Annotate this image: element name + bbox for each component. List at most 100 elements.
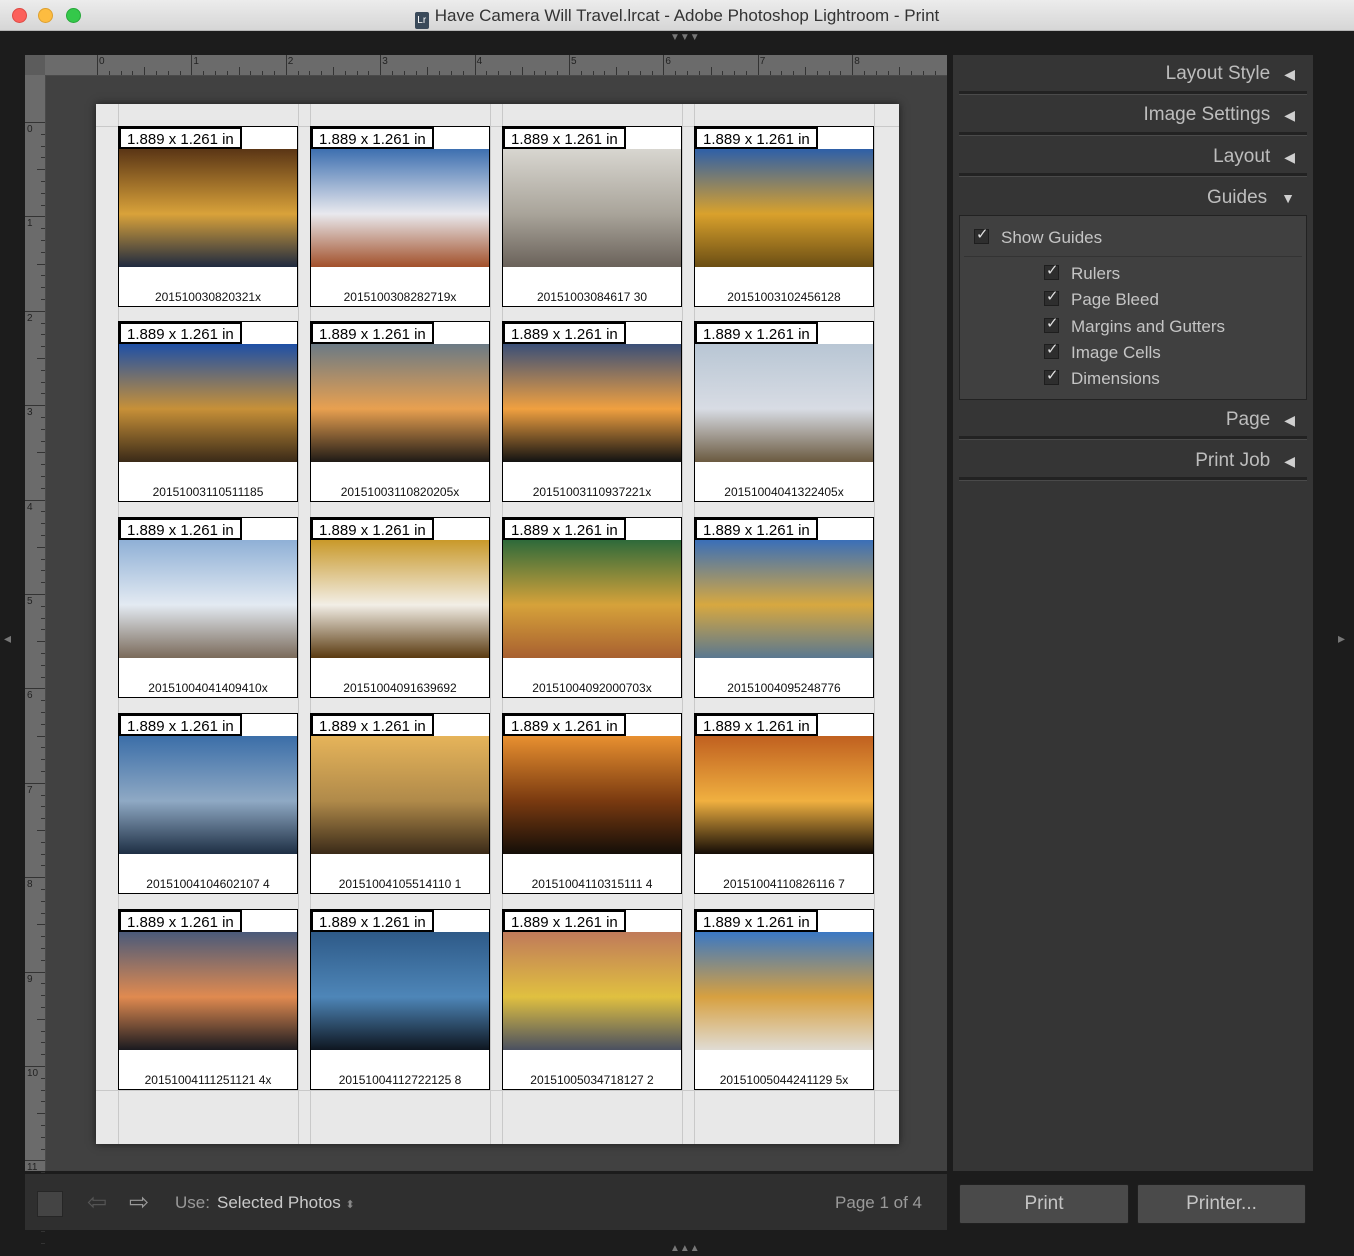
top-panel-toggle-icon[interactable]: ▼▼▼	[670, 32, 700, 43]
section-layout[interactable]: Layout ◀	[1213, 146, 1295, 168]
checkbox-icon	[1044, 261, 1059, 280]
use-selector[interactable]: Selected Photos ⬍	[217, 1193, 355, 1213]
ruler-tick	[769, 71, 771, 75]
image-cell[interactable]: 1.889 x 1.261 in 20151004041409410x	[118, 517, 298, 698]
image-cells-checkbox[interactable]: Image Cells	[1044, 340, 1161, 363]
image-cell[interactable]: 1.889 x 1.261 in 20151003110937221x	[502, 321, 682, 502]
margins-gutters-checkbox[interactable]: Margins and Gutters	[1044, 314, 1226, 337]
ruler-tick	[41, 133, 45, 135]
ruler-tick	[734, 71, 736, 75]
ruler-tick	[333, 67, 334, 75]
image-cell[interactable]: 1.889 x 1.261 in 20151004112722125 8	[310, 909, 490, 1090]
image-cell[interactable]: 1.889 x 1.261 in 20151004105514110 1	[310, 713, 490, 894]
show-guides-checkbox[interactable]: Show Guides	[974, 225, 1102, 248]
left-panel-toggle-icon[interactable]: ◂	[4, 630, 11, 647]
ruler-tick	[37, 1113, 45, 1115]
printer-button[interactable]: Printer...	[1137, 1184, 1306, 1224]
previous-page-icon[interactable]: ⇦	[87, 1188, 107, 1217]
bottom-panel-toggle-icon[interactable]: ▲▲▲	[670, 1243, 700, 1254]
image-cell[interactable]: 1.889 x 1.261 in 20151004092000703x	[502, 517, 682, 698]
section-guides[interactable]: Guides ▼	[1207, 187, 1295, 209]
ruler-tick	[781, 71, 783, 75]
ruler-tick	[97, 55, 98, 75]
ruler-tick	[41, 428, 45, 430]
vertical-ruler: 0 1 2 3 4 5 6 7 8 9 10 11	[25, 75, 46, 1244]
ruler-tick	[203, 71, 205, 75]
ruler-tick	[710, 67, 712, 75]
page-bleed-checkbox[interactable]: Page Bleed	[1044, 287, 1159, 310]
checkbox-icon	[1044, 314, 1059, 333]
checkbox-label: Margins and Gutters	[1071, 317, 1226, 336]
ruler-tick	[486, 71, 488, 75]
photo-filename: 20151003102456128	[727, 290, 841, 304]
image-cell[interactable]: 1.889 x 1.261 in 20151004110315111 4	[502, 713, 682, 894]
ruler-tick	[41, 157, 45, 159]
image-cell[interactable]: 1.889 x 1.261 in 20151005034718127 2	[502, 909, 682, 1090]
photo-filename: 20151004092000703x	[532, 681, 652, 695]
photo-filename: 20151004095248776	[727, 681, 841, 695]
image-cell[interactable]: 1.889 x 1.261 in 20151005044241129 5x	[694, 909, 874, 1090]
ruler-tick	[41, 818, 45, 820]
ruler-tick	[451, 71, 452, 75]
ruler-tick	[41, 1042, 45, 1044]
next-page-icon[interactable]: ⇨	[129, 1188, 149, 1217]
ruler-label: 6	[27, 690, 33, 702]
ruler-tick	[533, 71, 535, 75]
ruler-tick	[746, 71, 747, 75]
image-cell[interactable]: 1.889 x 1.261 in 20151003110511185	[118, 321, 298, 502]
image-cell[interactable]: 1.889 x 1.261 in 201510030820321x	[118, 126, 298, 307]
ruler-tick	[108, 71, 110, 75]
image-cell[interactable]: 1.889 x 1.261 in 20151004111251121 4x	[118, 909, 298, 1090]
photo-thumbnail	[311, 344, 489, 462]
checkbox-icon	[1044, 287, 1059, 306]
ruler-tick	[37, 263, 45, 265]
photo-filename: 20151005044241129 5x	[719, 1073, 849, 1087]
ruler-tick	[604, 71, 606, 75]
image-cell[interactable]: 1.889 x 1.261 in 20151004041322405x	[694, 321, 874, 502]
ruler-tick	[663, 55, 665, 75]
ruler-tick	[226, 71, 228, 75]
section-image-settings[interactable]: Image Settings ◀	[1143, 104, 1295, 126]
ruler-tick	[41, 558, 45, 560]
section-print-job[interactable]: Print Job ◀	[1195, 450, 1295, 472]
image-cell[interactable]: 1.889 x 1.261 in 20151004110826116 7	[694, 713, 874, 894]
photo-filename: 20151004041409410x	[148, 681, 268, 695]
ruler-tick	[628, 71, 629, 75]
ruler-tick	[41, 853, 45, 855]
photo-filename: 20151003084617 30	[536, 290, 648, 304]
ruler-label: 3	[382, 56, 388, 67]
photo-filename: 20151003110511185	[152, 485, 264, 499]
image-cell[interactable]: 1.889 x 1.261 in 2015100308282719x	[310, 126, 490, 307]
lightroom-catalog-icon: Lr	[414, 12, 429, 29]
photo-filename: 20151004091639692	[343, 681, 457, 695]
ruler-tick	[25, 499, 45, 501]
photo-filename: 20151004041322405x	[724, 485, 844, 499]
section-page[interactable]: Page ◀	[1226, 409, 1295, 431]
page-view-icon[interactable]	[37, 1191, 63, 1217]
cell-dimensions: 1.889 x 1.261 in	[311, 714, 434, 736]
image-cell[interactable]: 1.889 x 1.261 in 20151003084617 30	[502, 126, 682, 307]
ruler-tick	[297, 71, 299, 75]
collapse-arrow-icon: ◀	[1284, 412, 1295, 428]
ruler-tick	[462, 71, 464, 75]
photo-filename: 20151004112722125 8	[338, 1073, 462, 1087]
image-cell[interactable]: 1.889 x 1.261 in 20151003110820205x	[310, 321, 490, 502]
dimensions-checkbox[interactable]: Dimensions	[1044, 366, 1160, 389]
image-cell[interactable]: 1.889 x 1.261 in 20151004091639692	[310, 517, 490, 698]
guide-line	[874, 104, 875, 1144]
photo-thumbnail	[119, 736, 297, 854]
right-panel-toggle-icon[interactable]: ▸	[1338, 630, 1345, 647]
ruler-tick	[521, 67, 523, 75]
ruler-tick	[356, 71, 358, 75]
photo-thumbnail	[119, 932, 297, 1050]
print-button[interactable]: Print	[959, 1184, 1129, 1224]
rulers-checkbox[interactable]: Rulers	[1044, 261, 1120, 284]
image-cell[interactable]: 1.889 x 1.261 in 20151004095248776	[694, 517, 874, 698]
image-cell[interactable]: 1.889 x 1.261 in 20151004104602107 4	[118, 713, 298, 894]
photo-filename: 20151004105514110 1	[338, 877, 462, 891]
section-layout-style[interactable]: Layout Style ◀	[1166, 63, 1295, 85]
image-cell[interactable]: 1.889 x 1.261 in 20151003102456128	[694, 126, 874, 307]
ruler-tick	[215, 71, 216, 75]
ruler-tick	[923, 71, 924, 75]
photo-thumbnail	[311, 932, 489, 1050]
